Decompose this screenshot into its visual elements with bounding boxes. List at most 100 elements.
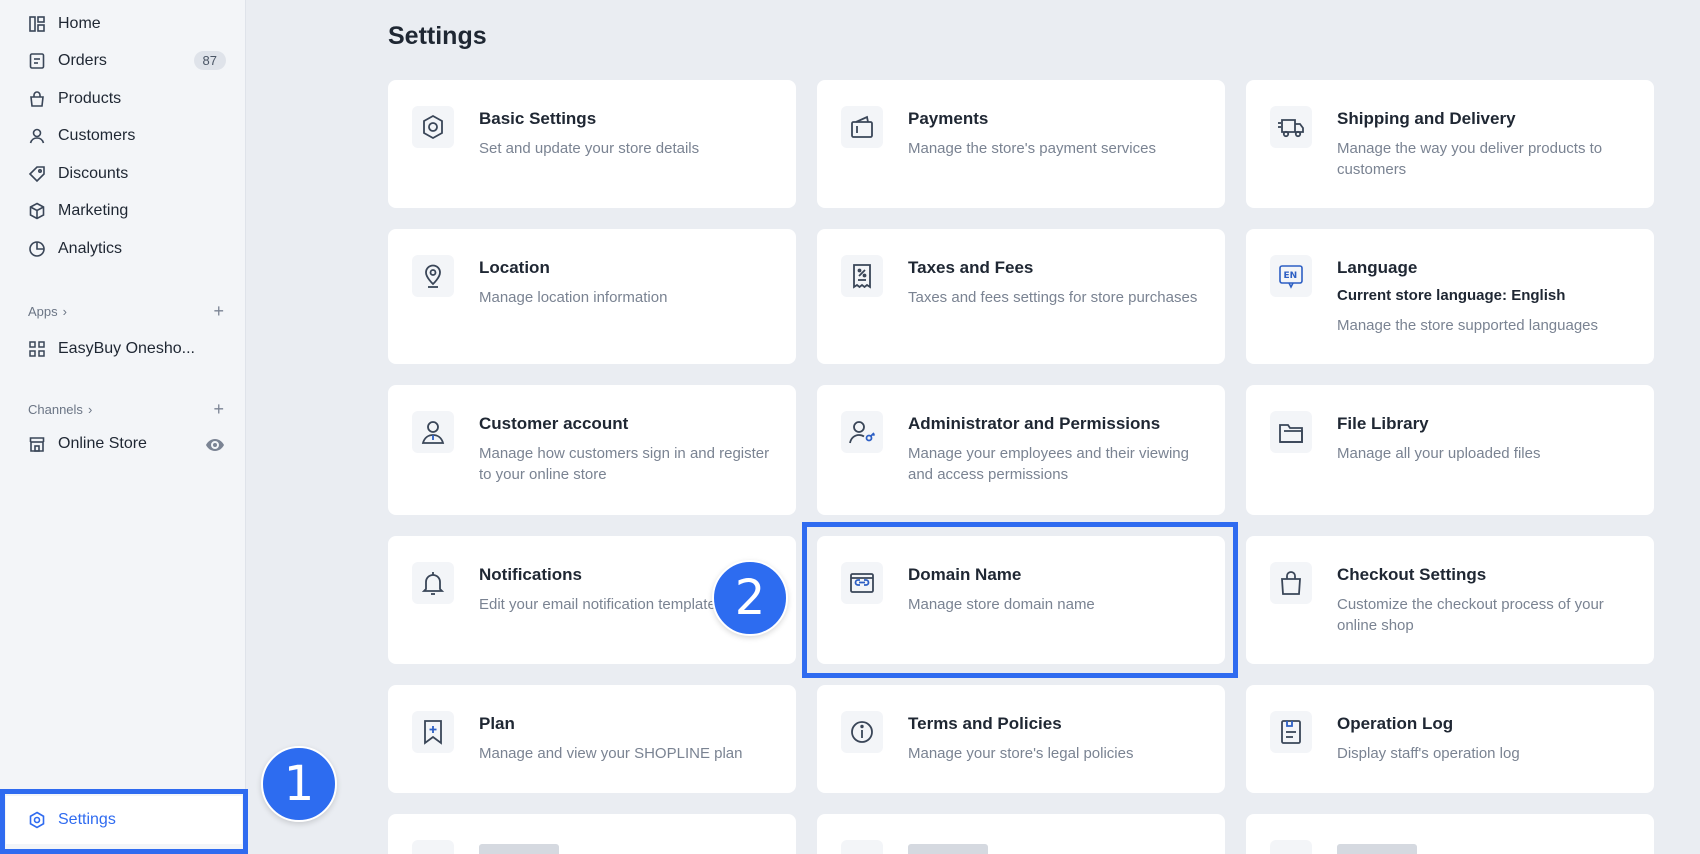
sidebar-item-label: Orders: [58, 52, 107, 69]
card-title: Domain Name: [908, 565, 1022, 584]
step-marker-1: 1: [261, 746, 337, 822]
card-title: Operation Log: [1337, 714, 1454, 733]
sidebar-item-settings[interactable]: Settings: [6, 796, 242, 844]
card-title: Shipping and Delivery: [1337, 109, 1516, 128]
card-description: Manage how customers sign in and registe…: [479, 445, 770, 483]
receipt-icon: [841, 255, 883, 297]
sidebar-item-label: Customers: [58, 127, 136, 144]
location-icon: [412, 255, 454, 297]
card-description: Manage location information: [479, 289, 668, 306]
sidebar-item-label: Marketing: [58, 202, 129, 219]
sidebar-item-label: Home: [58, 15, 101, 32]
cube-icon: [29, 202, 45, 220]
page-title: Settings: [388, 22, 487, 50]
card-title: Checkout Settings: [1337, 565, 1487, 584]
sidebar-item-products[interactable]: Products: [28, 83, 228, 115]
card-basic-settings[interactable]: Basic Settings Set and update your store…: [388, 80, 796, 208]
card-description: Manage the store supported languages: [1337, 317, 1599, 334]
shopping-bag-icon: [1270, 562, 1312, 604]
channels-label: Channels: [28, 401, 83, 417]
bag-icon: [30, 91, 44, 107]
apps-label: Apps: [28, 303, 58, 319]
card-description: Manage the way you deliver products to c…: [1337, 140, 1603, 178]
card-title: Taxes and Fees: [908, 258, 1034, 277]
card-customer-account[interactable]: Customer account Manage how customers si…: [388, 385, 796, 515]
add-channel-icon[interactable]: +: [213, 399, 224, 420]
apps-grid-icon: [29, 341, 45, 357]
current-language-text: Current store language: English: [1337, 287, 1566, 304]
card-partial-title: [1337, 844, 1417, 854]
card-checkout-settings[interactable]: Checkout Settings Customize the checkout…: [1246, 536, 1654, 664]
bell-icon: [412, 562, 454, 604]
card-administrator-permissions[interactable]: Administrator and Permissions Manage you…: [817, 385, 1225, 515]
sidebar-item-home[interactable]: Home: [28, 8, 228, 40]
sidebar-item-orders[interactable]: Orders 87: [28, 45, 228, 77]
card-domain-name[interactable]: Domain Name Manage store domain name: [817, 536, 1225, 664]
card-language[interactable]: EN Language Current store language: Engl…: [1246, 229, 1654, 364]
add-app-icon[interactable]: +: [213, 301, 224, 322]
card-file-library[interactable]: File Library Manage all your uploaded fi…: [1246, 385, 1654, 515]
card-partial[interactable]: [1246, 814, 1654, 854]
sidebar-item-analytics[interactable]: Analytics: [28, 233, 228, 265]
card-plan[interactable]: Plan Manage and view your SHOPLINE plan: [388, 685, 796, 793]
person-icon: [29, 128, 45, 144]
channel-item-label: Online Store: [58, 435, 147, 452]
settings-label: Settings: [58, 811, 116, 828]
card-description: Set and update your store details: [479, 140, 700, 157]
card-title: Location: [479, 258, 550, 277]
sidebar-item-discounts[interactable]: Discounts: [28, 158, 228, 190]
card-description: Manage and view your SHOPLINE plan: [479, 745, 743, 762]
sidebar-item-marketing[interactable]: Marketing: [28, 195, 228, 227]
chevron-right-icon: ›: [62, 303, 67, 319]
card-partial[interactable]: [388, 814, 796, 854]
card-title: Administrator and Permissions: [908, 414, 1161, 433]
settings-hex-icon: [29, 811, 45, 829]
orders-icon: [29, 53, 45, 69]
card-description: Customize the checkout process of your o…: [1337, 596, 1604, 634]
card-title: Payments: [908, 109, 989, 128]
sidebar: Home Orders 87 Products Customers Discou…: [0, 0, 246, 854]
admin-key-icon: [841, 411, 883, 453]
apps-section-header[interactable]: Apps › +: [28, 300, 224, 322]
card-title: Language: [1337, 258, 1418, 277]
card-description: Manage your store's legal policies: [908, 745, 1134, 762]
card-operation-log[interactable]: Operation Log Display staff's operation …: [1246, 685, 1654, 793]
log-icon: [1270, 711, 1312, 753]
card-partial-title: [479, 844, 559, 854]
language-icon: EN: [1270, 255, 1312, 297]
card-description: Manage the store's payment services: [908, 140, 1156, 157]
card-description: Manage all your uploaded files: [1337, 445, 1541, 462]
card-description: Manage store domain name: [908, 596, 1095, 613]
sidebar-item-label: Discounts: [58, 165, 129, 182]
sidebar-item-customers[interactable]: Customers: [28, 120, 228, 152]
card-description: Display staff's operation log: [1337, 745, 1520, 762]
svg-text:EN: EN: [1284, 271, 1298, 281]
truck-icon: [1270, 106, 1312, 148]
sidebar-channel-online-store[interactable]: Online Store: [28, 428, 228, 460]
card-location[interactable]: Location Manage location information: [388, 229, 796, 364]
card-title: Customer account: [479, 414, 629, 433]
card-taxes-fees[interactable]: Taxes and Fees Taxes and fees settings f…: [817, 229, 1225, 364]
tag-icon: [28, 166, 45, 183]
wallet-icon: [841, 106, 883, 148]
channels-section-header[interactable]: Channels › +: [28, 398, 224, 420]
pie-icon: [29, 241, 45, 257]
gear-icon: [412, 106, 454, 148]
card-payments[interactable]: Payments Manage the store's payment serv…: [817, 80, 1225, 208]
app-item-label: EasyBuy Onesho...: [58, 340, 195, 357]
home-icon: [29, 16, 45, 32]
eye-icon[interactable]: [206, 436, 224, 454]
card-description: Taxes and fees settings for store purcha…: [908, 289, 1198, 306]
info-icon: [841, 711, 883, 753]
chevron-right-icon: ›: [87, 401, 93, 417]
card-shipping-delivery[interactable]: Shipping and Delivery Manage the way you…: [1246, 80, 1654, 208]
card-partial[interactable]: [817, 814, 1225, 854]
domain-link-icon: [841, 562, 883, 604]
card-title: Notifications: [479, 565, 582, 584]
sidebar-item-label: Analytics: [58, 240, 123, 257]
card-terms-policies[interactable]: Terms and Policies Manage your store's l…: [817, 685, 1225, 793]
card-title: Plan: [479, 714, 515, 733]
card-partial-icon: [841, 840, 883, 854]
card-title: Basic Settings: [479, 109, 597, 128]
sidebar-app-easybuy[interactable]: EasyBuy Onesho...: [28, 333, 228, 365]
